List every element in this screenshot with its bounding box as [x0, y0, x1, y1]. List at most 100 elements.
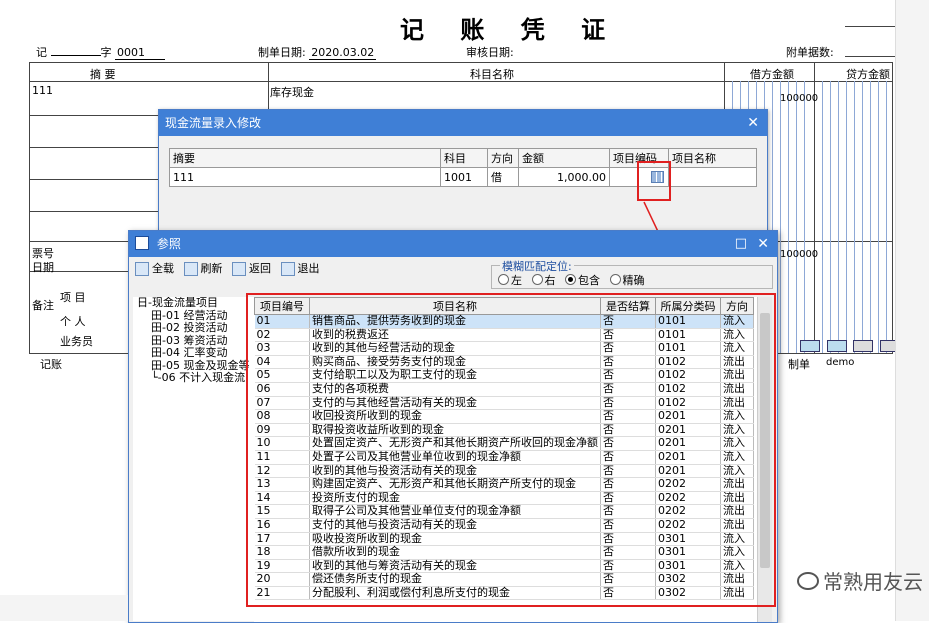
table-cell: 否 [600, 491, 656, 506]
cf-header-amount: 金额 [518, 148, 610, 168]
table-cell: 0102 [655, 355, 721, 370]
table-cell: 偿还债务所支付的现金 [309, 573, 601, 587]
right-panel [895, 0, 929, 621]
table-row[interactable]: 21 分配股利、利润或偿付利息所支付的现金否 0302 流出 [254, 586, 754, 601]
col-settled[interactable]: 是否结算 [600, 297, 656, 315]
exit-button[interactable]: 退出 [280, 257, 320, 281]
close-icon[interactable]: ✕ [757, 231, 769, 257]
row1-debit[interactable]: 100000 [780, 93, 818, 104]
refresh-button[interactable]: 刷新 [183, 257, 223, 281]
table-row[interactable]: 05 支付给职工以及为职工支付的现金否 0102 流出 [254, 369, 754, 383]
table-cell: 取得子公司及其他营业单位支付的现金净额 [309, 505, 601, 519]
tree-node[interactable]: └-06 不计入现金流 [137, 371, 255, 385]
cf-amount[interactable]: 1,000.00 [518, 167, 610, 187]
cf-name[interactable] [668, 167, 757, 187]
radio-circle [609, 274, 621, 285]
table-row[interactable]: 04 购买商品、接受劳务支付的现金否 0102 流出 [254, 355, 754, 370]
voucher-toolbar-icons [800, 340, 896, 355]
table-cell: 0301 [655, 559, 721, 574]
reference-grid-icon[interactable] [651, 171, 664, 183]
tree-node[interactable]: 田-04 汇率变动 [137, 346, 255, 360]
table-cell: 支付的与其他经营活动有关的现金 [309, 396, 601, 411]
table-row[interactable]: 15 取得子公司及其他营业单位支付的现金净额否 0202 流出 [254, 505, 754, 519]
table-cell: 处置固定资产、无形资产和其他长期资产所收回的现金净额 [309, 437, 601, 451]
radio-circle [498, 274, 509, 285]
return-icon [232, 262, 246, 276]
table-cell: 0202 [655, 478, 721, 492]
voucher-number-field[interactable]: 0001 [115, 46, 165, 60]
grid-icon[interactable] [879, 340, 896, 352]
table-row[interactable]: 19 收到的其他与筹资活动有关的现金否 0301 流入 [254, 559, 754, 574]
col-project-name[interactable]: 项目名称 [309, 297, 601, 315]
table-row[interactable]: 07 支付的与其他经营活动有关的现金否 0102 流出 [254, 396, 754, 411]
table-cell: 0102 [655, 396, 721, 411]
table-row[interactable]: 08 收回投资所收到的现金否 0201 流入 [254, 410, 754, 424]
bill-date-label: 日期 [32, 261, 54, 274]
radio-exact[interactable]: 精确 [609, 272, 645, 288]
table-row[interactable]: 11 处置子公司及其他营业单位收到的现金净额否 0201 流入 [254, 450, 754, 465]
id-icon[interactable] [826, 340, 847, 352]
table-row[interactable]: 20 偿还债务所支付的现金否 0302 流出 [254, 573, 754, 587]
card-icon[interactable] [800, 340, 820, 352]
table-row[interactable]: 18 借款所收到的现金否 0301 流入 [254, 545, 754, 560]
radio-left[interactable]: 左 [498, 272, 522, 288]
table-cell: 收到的其他与经营活动的现金 [309, 342, 601, 356]
table-cell: 否 [600, 545, 656, 560]
table-row[interactable]: 03 收到的其他与经营活动的现金否 0101 流入 [254, 342, 754, 356]
table-cell: 否 [600, 369, 656, 383]
col-direction[interactable]: 方向 [720, 297, 754, 315]
cashflow-titlebar[interactable]: 现金流量录入修改 ✕ [159, 110, 767, 136]
bottom-left-panel [0, 595, 128, 621]
tree-node[interactable]: 日-现金流量项目 [137, 297, 255, 310]
cf-summary[interactable]: 111 [169, 167, 441, 187]
wechat-icon [797, 572, 819, 590]
table-cell: 流入 [720, 545, 754, 560]
cf-account[interactable]: 1001 [440, 167, 488, 187]
reference-titlebar[interactable]: 参照 □ ✕ [129, 231, 777, 257]
attach-underline [845, 56, 895, 57]
table-row[interactable]: 01 销售商品、提供劳务收到的现金否 0101 流入 [254, 314, 754, 329]
make-date-field[interactable]: 2020.03.02 [309, 46, 377, 60]
table-row[interactable]: 13 购建固定资产、无形资产和其他长期资产所支付的现金否 0202 流出 [254, 478, 754, 492]
cashflow-row[interactable]: 111 1001 借 1,000.00 [169, 167, 757, 187]
table-row[interactable]: 16 支付的其他与投资活动有关的现金否 0202 流出 [254, 518, 754, 533]
scrollbar-thumb[interactable] [760, 313, 770, 568]
table-cell: 流出 [720, 586, 754, 601]
table-cell: 04 [254, 355, 310, 370]
table-cell: 取得投资收益所收到的现金 [309, 423, 601, 438]
table-row[interactable]: 09 取得投资收益所收到的现金否 0201 流入 [254, 423, 754, 438]
table-cell: 0101 [655, 328, 721, 343]
col-category-code[interactable]: 所属分类码 [655, 297, 721, 315]
table-row[interactable]: 06 支付的各项税费否 0102 流出 [254, 382, 754, 397]
table-cell: 否 [600, 355, 656, 370]
maximize-icon[interactable]: □ [735, 231, 747, 257]
table-row[interactable]: 02 收到的税费返还否 0101 流入 [254, 328, 754, 343]
tree-node[interactable]: 田-02 投资活动 [137, 321, 255, 335]
table-cell: 17 [254, 532, 310, 547]
cf-code-cell[interactable] [609, 167, 669, 187]
table-row[interactable]: 12 收到的其他与投资活动有关的现金否 0201 流入 [254, 464, 754, 479]
table-row[interactable]: 14 投资所支付的现金否 0202 流出 [254, 491, 754, 506]
col-project-code[interactable]: 项目编号 [254, 297, 310, 315]
table-cell: 流出 [720, 491, 754, 506]
table-cell: 收到的其他与筹资活动有关的现金 [309, 559, 601, 574]
table-cell: 否 [600, 478, 656, 492]
load-all-button[interactable]: 全载 [135, 257, 174, 281]
table-row[interactable]: 17 吸收投资所收到的现金否 0301 流入 [254, 532, 754, 547]
close-icon[interactable]: ✕ [747, 110, 759, 136]
return-button[interactable]: 返回 [232, 257, 271, 281]
table-cell: 否 [600, 410, 656, 424]
list-scrollbar[interactable] [757, 297, 772, 622]
table-cell: 否 [600, 450, 656, 465]
radio-right[interactable]: 右 [531, 272, 556, 288]
table-cell: 否 [600, 314, 656, 329]
voucher-type-field[interactable] [50, 55, 101, 56]
table-row[interactable]: 10 处置固定资产、无形资产和其他长期资产所收回的现金净额否 0201 流入 [254, 437, 754, 451]
table-cell: 06 [254, 382, 310, 397]
radio-contains[interactable]: 包含 [565, 272, 600, 288]
row1-summary[interactable]: 111 [32, 84, 53, 97]
list-icon[interactable] [853, 340, 873, 352]
cf-direction[interactable]: 借 [487, 167, 519, 187]
row1-account[interactable]: 库存现金 [270, 84, 314, 100]
table-cell: 流出 [720, 382, 754, 397]
